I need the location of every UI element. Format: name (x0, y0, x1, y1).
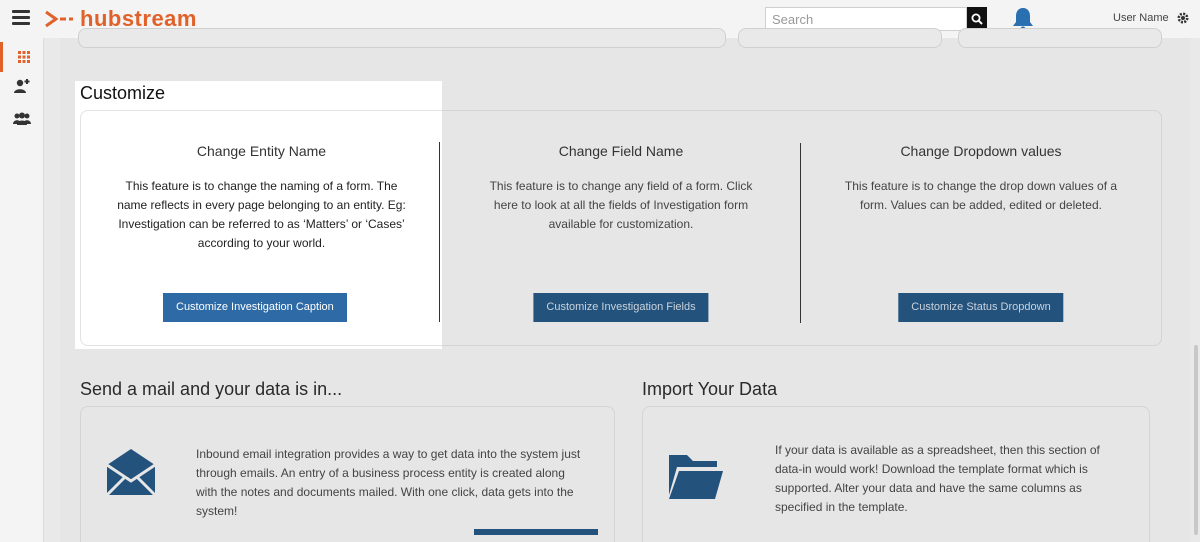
top-card-3 (958, 28, 1162, 48)
feature-dropdown-values: Change Dropdown values This feature is t… (801, 111, 1161, 347)
page-scrollbar[interactable] (1194, 345, 1198, 535)
section-title-import: Import Your Data (642, 379, 778, 399)
mail-description: Inbound email integration provides a way… (196, 447, 581, 518)
user-name[interactable]: User Name (1113, 12, 1169, 24)
feature-title: Change Entity Name (196, 143, 327, 159)
section-title-customize: Customize (80, 83, 166, 103)
envelope-icon (105, 449, 157, 497)
feature-entity-name: Change Entity Name This feature is to ch… (80, 110, 442, 346)
customize-fields-button[interactable]: Customize Investigation Fields (533, 293, 709, 322)
customize-caption-button[interactable]: Customize Investigation Caption (163, 293, 347, 322)
mail-card: Inbound email integration provides a way… (80, 406, 615, 542)
user-assign-icon (14, 79, 30, 93)
top-card-2 (738, 28, 942, 48)
highlighted-customize-region: Customize Change Entity Name This featur… (75, 81, 442, 349)
hubstream-logo-icon (45, 10, 73, 28)
feature-field-name: Change Field Name This feature is to cha… (441, 111, 801, 347)
feature-title: Change Dropdown values (900, 143, 1062, 159)
search-icon (971, 13, 983, 25)
mail-action-button[interactable] (474, 529, 598, 535)
sidebar-item-groups[interactable] (0, 104, 44, 134)
sidebar-item-assign[interactable] (0, 71, 44, 101)
feature-description: This feature is to change the naming of … (117, 179, 406, 250)
group-icon (13, 112, 31, 125)
section-title-mail: Send a mail and your data is in... (80, 379, 343, 399)
import-card: If your data is available as a spreadshe… (642, 406, 1150, 542)
top-card-1 (78, 28, 726, 48)
feature-description: This feature is to change the drop down … (844, 179, 1118, 212)
gear-icon[interactable] (1176, 11, 1190, 25)
customize-dropdown-button[interactable]: Customize Status Dropdown (898, 293, 1064, 322)
sidebar (0, 38, 44, 542)
hamburger-menu-icon[interactable] (12, 10, 30, 26)
feature-description: This feature is to change any field of a… (489, 179, 753, 231)
feature-title: Change Field Name (558, 143, 684, 159)
sidebar-item-dashboard[interactable] (0, 42, 44, 72)
import-description: If your data is available as a spreadshe… (775, 443, 1100, 514)
divider (439, 142, 440, 322)
folder-icon (669, 455, 723, 499)
dashboard-grid-icon (17, 51, 30, 63)
